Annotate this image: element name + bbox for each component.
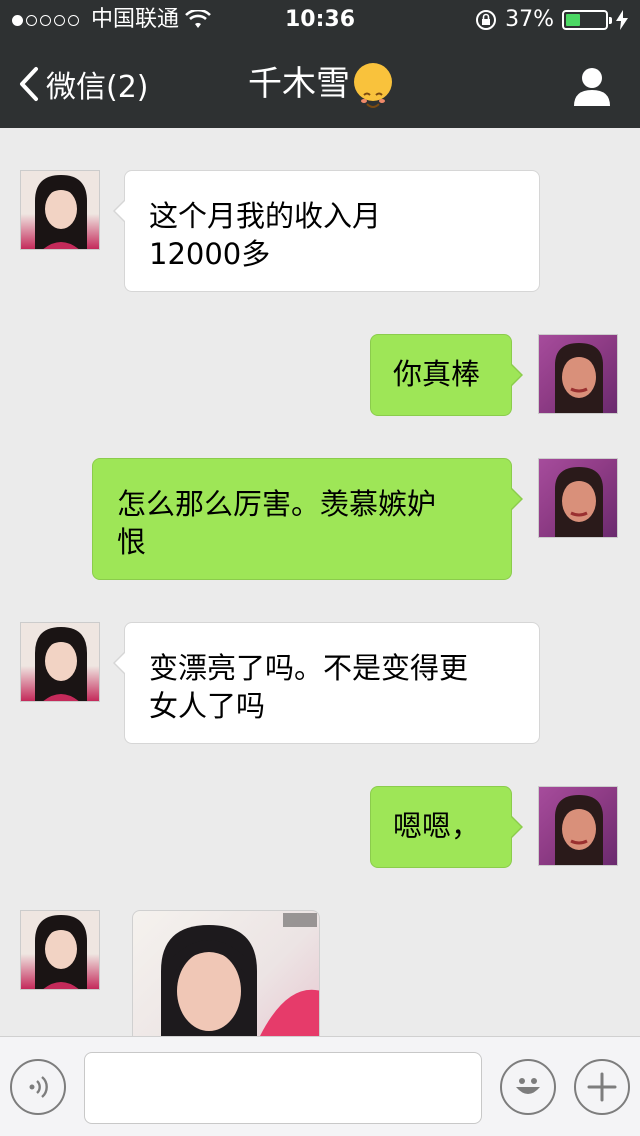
self-avatar[interactable] [538, 458, 618, 538]
status-right: 37% [475, 0, 628, 40]
contact-avatar[interactable] [20, 622, 100, 702]
self-avatar[interactable] [538, 786, 618, 866]
voice-button[interactable] [10, 1059, 66, 1115]
wifi-icon [185, 10, 211, 28]
status-bar: 中国联通 10:36 37% [0, 0, 640, 40]
more-button[interactable] [574, 1059, 630, 1115]
battery-percent: 37% [505, 7, 554, 32]
plus-icon [587, 1072, 617, 1102]
message-text: 变漂亮了吗。不是变得更 女人了吗 [149, 651, 469, 723]
profile-button[interactable] [570, 64, 614, 108]
self-avatar[interactable] [538, 334, 618, 414]
back-label: 微信(2) [46, 70, 149, 105]
profile-icon [574, 68, 610, 106]
message-bubble-incoming[interactable]: 这个月我的收入月 12000多 [113, 170, 540, 292]
emoji-icon [516, 1078, 540, 1094]
message-input[interactable] [84, 1052, 482, 1124]
emoji-button[interactable] [500, 1059, 556, 1115]
charging-icon [616, 10, 628, 30]
contact-avatar-image [35, 915, 87, 989]
contact-avatar[interactable] [20, 910, 100, 990]
message-text: 你真棒 [393, 357, 481, 391]
self-avatar-image [555, 795, 603, 865]
signal-carrier: 中国联通 [12, 0, 211, 40]
orientation-lock-icon [476, 10, 497, 30]
carrier-name: 中国联通 [91, 7, 180, 32]
chat-area[interactable]: 这个月我的收入月 12000多 你真棒 怎么那么厉害。羡慕嫉妒 恨 变漂亮了吗。… [0, 128, 640, 1036]
message-text: 这个月我的收入月 12000多 [149, 199, 382, 271]
message-text: 嗯嗯， [393, 809, 481, 843]
chat-title-text: 千木雪 [248, 64, 350, 104]
signal-strength-icon [12, 14, 79, 26]
contact-avatar[interactable] [20, 170, 100, 250]
back-button[interactable]: 微信(2) [18, 40, 149, 128]
message-bubble-outgoing[interactable]: 你真棒 [370, 334, 523, 416]
contact-avatar-image [35, 175, 87, 249]
contact-avatar-image [35, 627, 87, 701]
message-bubble-incoming[interactable]: 变漂亮了吗。不是变得更 女人了吗 [113, 622, 540, 744]
image-message-photo [161, 913, 319, 1036]
message-bubble-outgoing[interactable]: 嗯嗯， [370, 786, 523, 868]
battery-icon [562, 10, 612, 30]
voice-icon [29, 1076, 48, 1098]
self-avatar-image [555, 343, 603, 413]
message-text: 怎么那么厉害。羡慕嫉妒 恨 [117, 487, 437, 559]
smile-emoji-icon [354, 62, 392, 108]
nav-bar: 微信(2) 千木雪 [0, 40, 640, 128]
self-avatar-image [555, 467, 603, 537]
image-message[interactable] [132, 910, 320, 1036]
chevron-left-icon [20, 67, 38, 101]
top-bar: 中国联通 10:36 37% 微信(2) 千木雪 [0, 0, 640, 128]
input-bar [0, 1036, 640, 1136]
message-bubble-outgoing[interactable]: 怎么那么厉害。羡慕嫉妒 恨 [92, 458, 523, 580]
